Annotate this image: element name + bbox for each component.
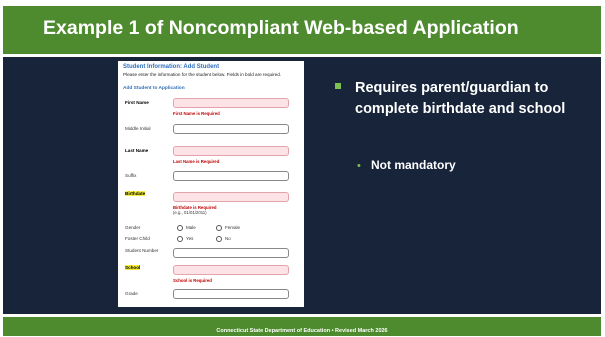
first-name-error: First Name is Required <box>173 111 220 116</box>
middle-initial-field[interactable] <box>173 124 289 134</box>
form-section-label: Add Student to Application <box>123 86 185 91</box>
square-bullet-icon <box>335 83 341 89</box>
foster-child-label: Foster Child <box>125 236 150 241</box>
suffix-label: Suffix <box>125 173 137 178</box>
slide-title: Example 1 of Noncompliant Web-based Appl… <box>43 17 519 39</box>
foster-no-label: No <box>225 236 231 241</box>
slide: Example 1 of Noncompliant Web-based Appl… <box>0 0 605 337</box>
school-label-text: School <box>125 265 141 270</box>
form-heading: Student Information: Add Student <box>123 64 220 70</box>
birthdate-label-text: Birthdate <box>125 191 146 196</box>
foster-yes-radio[interactable] <box>177 236 183 242</box>
slide-footer: Connecticut State Department of Educatio… <box>3 317 601 336</box>
last-name-field[interactable] <box>173 146 289 156</box>
school-error: School is Required <box>173 278 212 283</box>
dot-bullet-icon: • <box>357 160 361 172</box>
foster-yes-label: Yes <box>186 236 194 241</box>
form-instructions: Please enter the information for the stu… <box>123 72 282 77</box>
middle-initial-label: Middle Initial <box>125 126 151 131</box>
student-form-screenshot: Student Information: Add Student Please … <box>118 61 304 307</box>
gender-male-label: Male <box>186 225 196 230</box>
first-name-label: First Name <box>125 100 149 105</box>
foster-no-radio[interactable] <box>216 236 222 242</box>
last-name-label: Last Name <box>125 148 149 153</box>
last-name-error: Last Name is Required <box>173 159 220 164</box>
sub-bullet-text: Not mandatory <box>371 158 456 172</box>
school-label: School <box>125 265 141 271</box>
gender-male-radio[interactable] <box>177 225 183 231</box>
gender-female-radio[interactable] <box>216 225 222 231</box>
birthdate-hint: (e.g., 01/01/2011) <box>173 210 207 215</box>
school-field[interactable] <box>173 265 289 275</box>
grade-label: Grade <box>125 291 138 296</box>
gender-label: Gender <box>125 225 141 230</box>
student-number-field[interactable] <box>173 248 289 258</box>
gender-female-label: Female <box>225 225 241 230</box>
first-name-field[interactable] <box>173 98 289 108</box>
bullet-text: Requires parent/guardian to complete bir… <box>355 80 566 117</box>
footer-text: Connecticut State Department of Educatio… <box>216 328 388 334</box>
student-number-label: Student Number <box>125 248 159 253</box>
birthdate-field[interactable] <box>173 192 289 202</box>
grade-field[interactable] <box>173 289 289 299</box>
suffix-field[interactable] <box>173 171 289 181</box>
slide-header: Example 1 of Noncompliant Web-based Appl… <box>3 6 601 54</box>
birthdate-label: Birthdate <box>125 191 146 197</box>
